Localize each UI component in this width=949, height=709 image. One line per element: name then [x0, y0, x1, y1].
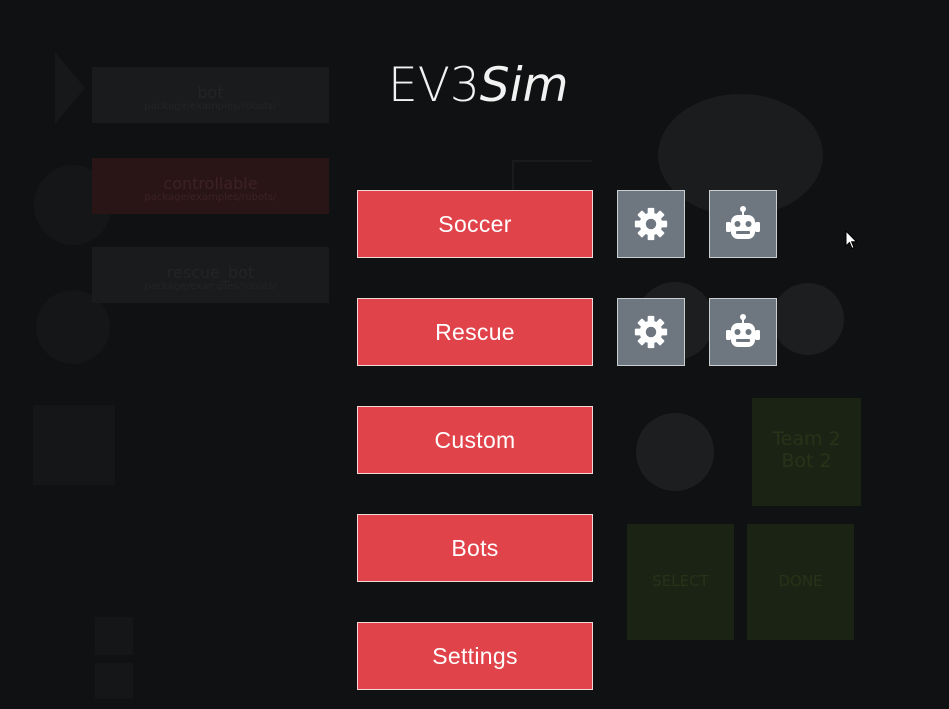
- soccer-button[interactable]: Soccer: [357, 190, 593, 258]
- background-field-line: [512, 160, 592, 162]
- background-bot-preview: [33, 405, 115, 485]
- settings-button-label: Settings: [432, 642, 518, 669]
- background-bot-card-name: controllable: [163, 174, 258, 193]
- background-bot-card-path: package/examples/robots/: [144, 281, 277, 292]
- rescue-button[interactable]: Rescue: [357, 298, 593, 366]
- background-bot-preview: [636, 413, 714, 491]
- background-bot-card-path: package/examples/robots/: [144, 192, 277, 203]
- rescue-button-label: Rescue: [435, 318, 515, 345]
- custom-button-label: Custom: [434, 426, 516, 453]
- custom-button[interactable]: Custom: [357, 406, 593, 474]
- background-team-label: Team 2: [772, 428, 841, 450]
- main-menu-screen: bot package/examples/robots/ controllabl…: [0, 0, 949, 709]
- background-bot-card-path: package/examples/robots/: [144, 101, 277, 112]
- background-done-label: DONE: [778, 572, 823, 590]
- background-shape: [55, 52, 85, 124]
- background-done-button: DONE: [747, 524, 854, 640]
- rescue-settings-button[interactable]: [617, 298, 685, 366]
- soccer-button-label: Soccer: [438, 210, 512, 237]
- mouse-cursor-icon: [845, 230, 858, 250]
- rescue-bots-button[interactable]: [709, 298, 777, 366]
- background-bot-card: rescue_bot package/examples/robots/: [92, 247, 329, 303]
- gear-icon: [634, 315, 668, 349]
- background-bot-preview: [772, 283, 844, 355]
- soccer-bots-button[interactable]: [709, 190, 777, 258]
- bots-button-label: Bots: [451, 534, 499, 561]
- app-title-italic: Sim: [479, 58, 569, 113]
- background-bot-card: controllable package/examples/robots/: [92, 158, 329, 214]
- background-select-button: SELECT: [627, 524, 734, 640]
- background-team-card: Team 2 Bot 2: [752, 398, 861, 506]
- background-checkbox: [95, 617, 133, 655]
- gear-icon: [634, 207, 668, 241]
- app-title: EV3Sim: [388, 58, 568, 114]
- app-title-plain: EV3: [388, 58, 480, 113]
- background-bot-card-name: bot: [197, 83, 224, 102]
- soccer-settings-button[interactable]: [617, 190, 685, 258]
- background-field-line: [512, 160, 514, 190]
- robot-icon: [726, 206, 760, 239]
- background-bot-card-name: rescue_bot: [166, 263, 255, 282]
- robot-icon: [726, 314, 760, 347]
- background-checkbox: [95, 663, 133, 699]
- background-bot-card: bot package/examples/robots/: [92, 67, 329, 123]
- settings-button[interactable]: Settings: [357, 622, 593, 690]
- background-select-label: SELECT: [652, 572, 709, 590]
- bots-button[interactable]: Bots: [357, 514, 593, 582]
- background-bot-label: Bot 2: [781, 450, 832, 472]
